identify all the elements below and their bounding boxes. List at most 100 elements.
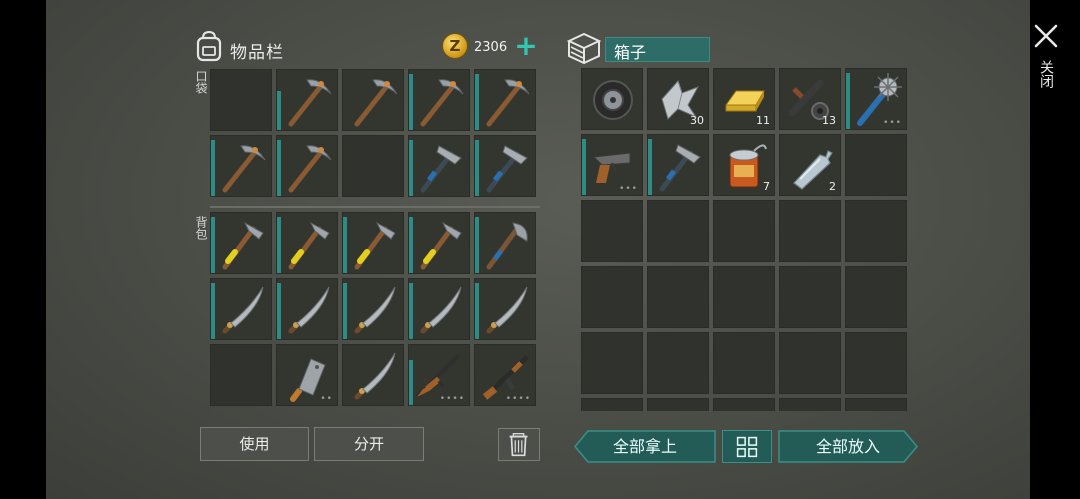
empty-slot[interactable] — [713, 266, 775, 328]
item-slot-pickaxe[interactable] — [408, 69, 470, 131]
empty-slot[interactable] — [581, 266, 643, 328]
crate-icon — [566, 32, 602, 65]
item-slot-iron-axe[interactable] — [474, 212, 536, 274]
empty-slot[interactable] — [779, 266, 841, 328]
item-slot-pickaxe[interactable] — [210, 135, 272, 197]
item-slot-metal-scrap[interactable]: 30 — [647, 68, 709, 130]
item-slot-rifle[interactable]: •••• — [408, 344, 470, 406]
item-slot-hatchet[interactable] — [408, 212, 470, 274]
pocket-section-label: 口袋 — [194, 70, 208, 94]
inventory-title: 物品栏 — [230, 43, 284, 63]
item-slot-assault-rifle[interactable]: •••• — [474, 344, 536, 406]
empty-slot[interactable] — [845, 332, 907, 394]
hatchet-icon — [420, 221, 462, 270]
empty-slot[interactable] — [779, 398, 841, 411]
item-slot-flare-gun[interactable]: ••• — [581, 134, 643, 196]
machete-icon — [288, 286, 330, 334]
iron-axe-icon — [486, 222, 528, 270]
empty-slot[interactable] — [845, 266, 907, 328]
item-slot-iron-pickaxe[interactable] — [647, 134, 709, 196]
coin-count: 2306 — [474, 40, 508, 55]
empty-slot[interactable] — [779, 332, 841, 394]
item-slot-canned-food[interactable]: 7 — [713, 134, 775, 196]
empty-slot[interactable] — [647, 200, 709, 262]
machete-icon — [354, 352, 396, 400]
iron-pickaxe-icon — [659, 144, 701, 192]
item-slot-iron-pickaxe[interactable] — [408, 135, 470, 197]
item-slot-pickaxe[interactable] — [276, 69, 338, 131]
item-mods-indicator: •• — [320, 394, 333, 404]
tire-icon — [593, 80, 633, 120]
item-slot-hatchet[interactable] — [210, 212, 272, 274]
backpack-section-label: 背包 — [194, 216, 208, 240]
item-slot-machete[interactable] — [276, 278, 338, 340]
item-slot-pickaxe[interactable] — [474, 69, 536, 131]
empty-slot[interactable] — [713, 332, 775, 394]
iron-pickaxe-icon — [420, 145, 462, 193]
item-slot-pickaxe[interactable] — [276, 135, 338, 197]
item-slot-pickaxe[interactable] — [342, 69, 404, 131]
put-all-label: 全部放入 — [815, 437, 880, 456]
empty-slot[interactable] — [647, 266, 709, 328]
item-slot-machete[interactable] — [342, 278, 404, 340]
empty-slot[interactable] — [581, 332, 643, 394]
item-slot-machete[interactable] — [210, 278, 272, 340]
pickaxe-icon — [222, 145, 266, 193]
empty-slot[interactable] — [845, 134, 907, 196]
take-all-button[interactable]: 全部拿上 — [574, 430, 716, 463]
section-divider — [210, 206, 540, 208]
container-title: 箱子 — [605, 37, 710, 62]
grid-toggle-button[interactable] — [722, 430, 772, 463]
item-count: 7 — [763, 180, 770, 193]
empty-slot[interactable] — [779, 200, 841, 262]
pickaxe-icon — [288, 79, 332, 127]
empty-slot[interactable] — [647, 398, 709, 411]
take-all-label: 全部拿上 — [612, 437, 677, 456]
item-slot-mechanical-parts[interactable]: 13 — [779, 68, 841, 130]
empty-slot[interactable] — [845, 200, 907, 262]
empty-slot[interactable] — [713, 200, 775, 262]
item-slot-hatchet[interactable] — [342, 212, 404, 274]
item-count: 30 — [690, 114, 704, 127]
backpack-icon — [196, 30, 222, 62]
use-button[interactable]: 使用 — [200, 427, 309, 461]
trash-button[interactable] — [498, 428, 540, 461]
empty-slot[interactable] — [713, 398, 775, 411]
coin-icon: Z — [442, 33, 468, 59]
close-icon[interactable] — [1032, 22, 1060, 50]
machete-icon — [486, 286, 528, 334]
item-slot-iron-pickaxe[interactable] — [474, 135, 536, 197]
inventory-screen: 物品栏 Z 2306 + 箱子 关闭 口袋 背包 •• •••• •••• 30 11… — [46, 0, 1058, 499]
item-slot-machete[interactable] — [474, 278, 536, 340]
item-slot-water-bottle[interactable]: 2 — [779, 134, 841, 196]
iron-pickaxe-icon — [486, 145, 528, 193]
empty-slot[interactable] — [210, 69, 272, 131]
split-button[interactable]: 分开 — [314, 427, 424, 461]
item-mods-indicator: •••• — [439, 394, 465, 404]
close-label[interactable]: 关闭 — [1036, 60, 1054, 88]
pickaxe-icon — [354, 79, 398, 127]
item-slot-cleaver[interactable]: •• — [276, 344, 338, 406]
item-slot-gold-bar[interactable]: 11 — [713, 68, 775, 130]
empty-slot[interactable] — [581, 200, 643, 262]
grid-icon — [736, 436, 758, 458]
item-slot-hatchet[interactable] — [276, 212, 338, 274]
item-slot-machete[interactable] — [408, 278, 470, 340]
empty-slot[interactable] — [581, 398, 643, 411]
hatchet-icon — [288, 221, 330, 270]
item-slot-tire[interactable] — [581, 68, 643, 130]
trash-icon — [509, 433, 528, 457]
pickaxe-icon — [420, 79, 464, 127]
buy-coins-button[interactable]: + — [514, 32, 538, 60]
item-slot-machete[interactable] — [342, 344, 404, 406]
item-mods-indicator: ••• — [619, 184, 638, 194]
item-slot-spiked-club[interactable]: ••• — [845, 68, 907, 130]
item-count: 2 — [829, 180, 836, 193]
machete-icon — [222, 286, 264, 334]
empty-slot[interactable] — [845, 398, 907, 411]
empty-slot[interactable] — [342, 135, 404, 197]
item-mods-indicator: ••• — [883, 118, 902, 128]
put-all-button[interactable]: 全部放入 — [778, 430, 918, 463]
empty-slot[interactable] — [647, 332, 709, 394]
empty-slot[interactable] — [210, 344, 272, 406]
